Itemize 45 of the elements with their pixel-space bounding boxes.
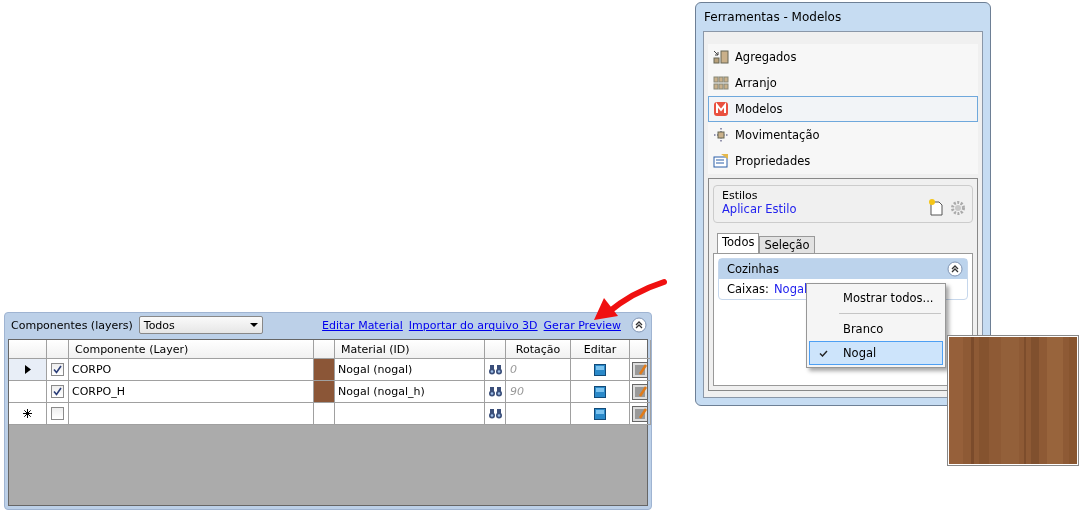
properties-icon bbox=[713, 153, 729, 169]
action-link[interactable]: Editar Material bbox=[322, 318, 403, 332]
nav-item[interactable]: Agregados bbox=[708, 44, 978, 70]
nav-item[interactable]: Propriedades bbox=[708, 148, 978, 174]
row-header[interactable] bbox=[9, 403, 47, 425]
menu-item[interactable]: Mostrar todos... bbox=[809, 286, 943, 310]
checkbox[interactable] bbox=[51, 363, 64, 376]
square-button-icon[interactable] bbox=[594, 407, 606, 420]
cabinet-icon bbox=[713, 49, 729, 65]
nav-item[interactable]: Modelos bbox=[708, 96, 978, 122]
row-header[interactable] bbox=[9, 359, 47, 381]
dropdown-arrow-icon bbox=[249, 323, 258, 327]
field-label: Caixas: bbox=[727, 282, 769, 296]
filter-dropdown[interactable]: Todos bbox=[138, 316, 263, 334]
table-cell bbox=[314, 403, 335, 425]
binoculars-icon[interactable] bbox=[488, 386, 502, 397]
check-icon bbox=[818, 349, 828, 357]
letter-m-icon bbox=[713, 101, 729, 117]
tab[interactable]: Seleção bbox=[759, 236, 815, 253]
collapse-button-icon[interactable] bbox=[947, 261, 963, 277]
action-link[interactable]: Gerar Preview bbox=[543, 318, 621, 332]
move-icon bbox=[713, 127, 729, 143]
window-title: Ferramentas - Modelos bbox=[703, 9, 843, 26]
collapse-button-icon[interactable] bbox=[631, 317, 647, 333]
square-button-icon[interactable] bbox=[594, 363, 606, 376]
nav-item[interactable]: Arranjo bbox=[708, 70, 978, 96]
checkbox[interactable] bbox=[51, 385, 64, 398]
section-header[interactable]: Cozinhas bbox=[719, 259, 967, 279]
style-link[interactable]: Nogal bbox=[774, 282, 808, 296]
new-document-icon[interactable] bbox=[928, 199, 944, 216]
tab[interactable]: Todos bbox=[717, 233, 760, 253]
grid-icon bbox=[713, 75, 729, 91]
filter-label: Componentes (layers) bbox=[11, 318, 133, 332]
new-row-icon bbox=[23, 409, 32, 418]
binoculars-icon[interactable] bbox=[488, 364, 502, 375]
current-row-icon bbox=[24, 365, 31, 374]
action-link[interactable]: Importar do arquivo 3D bbox=[408, 318, 538, 332]
apply-style-link[interactable]: Aplicar Estilo bbox=[722, 202, 797, 216]
nav-item[interactable]: Movimentação bbox=[708, 122, 978, 148]
checkbox[interactable] bbox=[51, 407, 64, 420]
menu-item[interactable]: Branco bbox=[809, 317, 943, 341]
group-title: Estilos bbox=[722, 189, 759, 202]
menu-item[interactable]: Nogal bbox=[809, 341, 943, 365]
square-button-icon[interactable] bbox=[594, 385, 606, 398]
binoculars-icon[interactable] bbox=[488, 408, 502, 419]
